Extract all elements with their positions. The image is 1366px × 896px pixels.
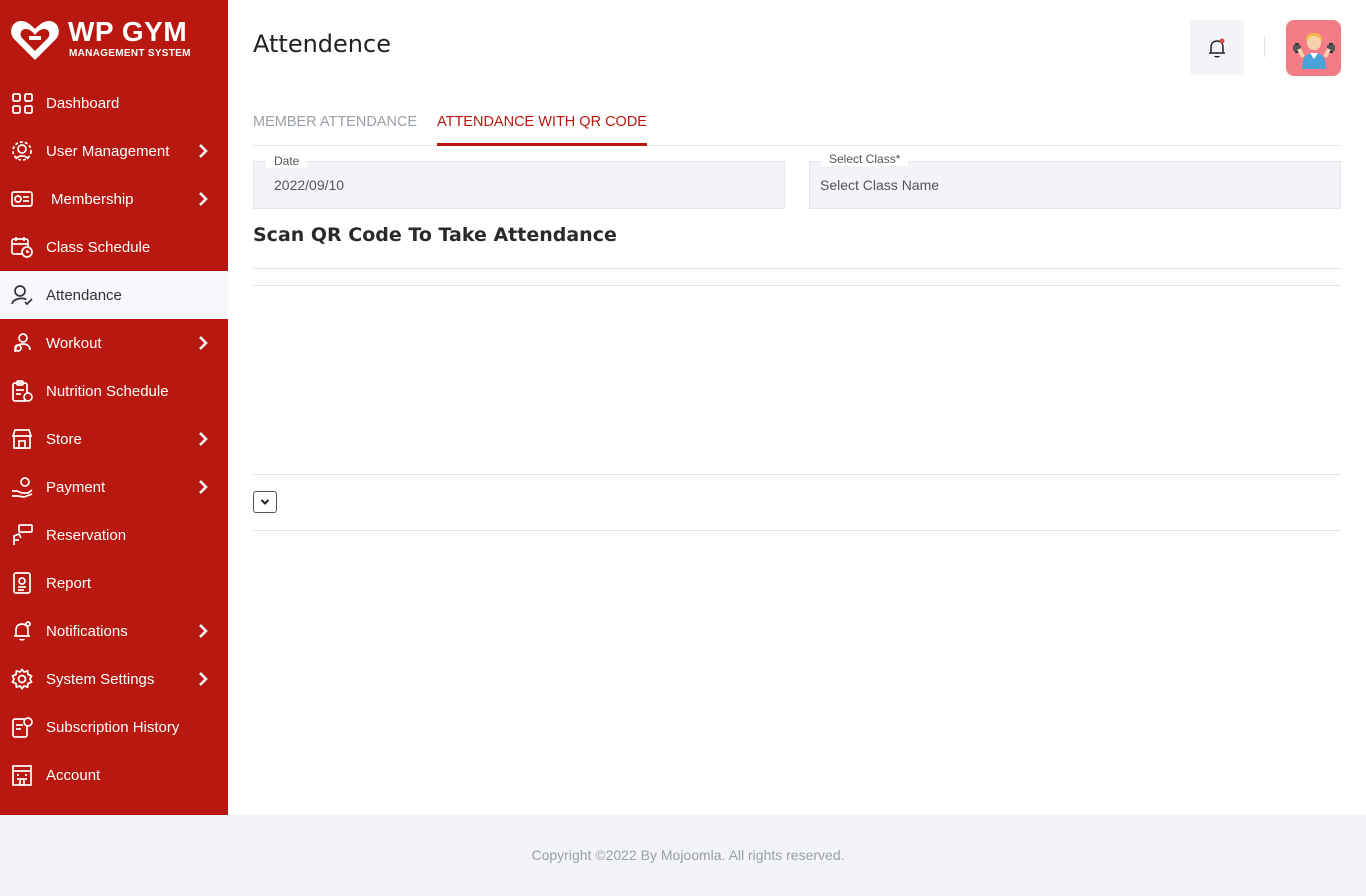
- sidebar-item-payment[interactable]: Payment: [0, 463, 228, 511]
- chevron-right-icon: [199, 432, 208, 446]
- chevron-right-icon: [199, 336, 208, 350]
- sidebar-item-class-schedule[interactable]: Class Schedule: [0, 223, 228, 271]
- nutrition-clipboard-icon: [11, 380, 33, 402]
- sidebar-item-label: Membership: [51, 190, 134, 208]
- sidebar-item-label: Dashboard: [46, 94, 120, 112]
- sidebar-item-label: User Management: [46, 142, 170, 160]
- report-icon: [11, 572, 33, 594]
- date-value: 2022/09/10: [274, 177, 345, 193]
- calendar-clock-icon: [11, 236, 33, 258]
- chevron-right-icon: [199, 480, 208, 494]
- sidebar-item-membership[interactable]: Membership: [0, 175, 228, 223]
- header-divider: [1264, 37, 1265, 57]
- gym-heart-logo-icon: [11, 21, 59, 60]
- qr-scanner-area-bottom: [253, 474, 1341, 475]
- payment-hand-icon: [11, 476, 33, 498]
- sidebar-item-label: Attendance: [46, 286, 122, 304]
- workout-icon: [11, 332, 33, 354]
- sidebar-item-report[interactable]: Report: [0, 559, 228, 607]
- users-gear-icon: [11, 140, 33, 162]
- sidebar-item-user-management[interactable]: User Management: [0, 127, 228, 175]
- sidebar-nav: Dashboard User Management Membership Cla…: [0, 79, 228, 799]
- sidebar-item-label: Class Schedule: [46, 238, 151, 256]
- brand-subtitle: MANAGEMENT SYSTEM: [69, 48, 191, 59]
- sidebar-item-label: Workout: [46, 334, 102, 352]
- date-field[interactable]: Date 2022/09/10: [253, 154, 785, 209]
- reservation-icon: [11, 524, 33, 546]
- dashboard-grid-icon: [11, 92, 33, 114]
- sidebar-item-label: Payment: [46, 478, 106, 496]
- notifications-button[interactable]: [1190, 20, 1244, 75]
- chevron-right-icon: [199, 144, 208, 158]
- sidebar-item-subscription-history[interactable]: Subscription History: [0, 703, 228, 751]
- chevron-down-icon: [260, 499, 270, 505]
- sidebar-item-label: Subscription History: [46, 718, 180, 736]
- sidebar: WP GYM MANAGEMENT SYSTEM Dashboard User …: [0, 0, 228, 815]
- sidebar-item-store[interactable]: Store: [0, 415, 228, 463]
- select-class-dropdown[interactable]: Select Class* Select Class Name: [809, 152, 1341, 209]
- bell-icon: [1209, 38, 1225, 57]
- tab-attendance-with-qr-code[interactable]: ATTENDANCE WITH QR CODE: [437, 108, 647, 146]
- sidebar-item-system-settings[interactable]: System Settings: [0, 655, 228, 703]
- sidebar-item-label: Nutrition Schedule: [46, 382, 169, 400]
- subscription-history-icon: [11, 716, 33, 738]
- sidebar-item-label: Store: [46, 430, 82, 448]
- copyright-text: Copyright ©2022 By Mojoomla. All rights …: [531, 847, 845, 863]
- camera-select-dropdown[interactable]: [253, 491, 277, 513]
- bell-icon: [11, 620, 33, 642]
- divider: [253, 530, 1341, 531]
- chevron-right-icon: [199, 624, 208, 638]
- sidebar-item-nutrition-schedule[interactable]: Nutrition Schedule: [0, 367, 228, 415]
- account-building-icon: [11, 764, 33, 786]
- sidebar-item-label: System Settings: [46, 670, 155, 688]
- user-avatar[interactable]: [1286, 20, 1341, 76]
- sidebar-item-account[interactable]: Account: [0, 751, 228, 799]
- select-class-value: Select Class Name: [820, 177, 940, 193]
- scan-qr-title: Scan QR Code To Take Attendance: [253, 224, 617, 246]
- select-class-label: Select Class*: [821, 152, 909, 166]
- qr-scanner-area-top: [253, 285, 1341, 286]
- sidebar-item-label: Report: [46, 574, 92, 592]
- sidebar-item-reservation[interactable]: Reservation: [0, 511, 228, 559]
- gear-icon: [11, 668, 33, 690]
- chevron-right-icon: [199, 672, 208, 686]
- footer: Copyright ©2022 By Mojoomla. All rights …: [0, 815, 1366, 896]
- sidebar-item-label: Account: [46, 766, 101, 784]
- tab-member-attendance[interactable]: MEMBER ATTENDANCE: [253, 108, 417, 146]
- user-check-icon: [11, 284, 33, 306]
- chevron-right-icon: [199, 192, 208, 206]
- membership-card-icon: [11, 188, 33, 210]
- sidebar-item-attendance[interactable]: Attendance: [0, 271, 228, 319]
- sidebar-item-label: Reservation: [46, 526, 127, 544]
- brand-logo[interactable]: WP GYM MANAGEMENT SYSTEM: [10, 14, 220, 64]
- brand-title: WP GYM: [68, 16, 188, 47]
- store-icon: [11, 428, 33, 450]
- sidebar-item-label: Notifications: [46, 622, 128, 640]
- attendance-tabs: MEMBER ATTENDANCE ATTENDANCE WITH QR COD…: [253, 108, 1341, 146]
- sidebar-item-notifications[interactable]: Notifications: [0, 607, 228, 655]
- gym-trainer-avatar-icon: [1292, 33, 1335, 69]
- sidebar-item-dashboard[interactable]: Dashboard: [0, 79, 228, 127]
- divider: [253, 268, 1341, 269]
- sidebar-item-workout[interactable]: Workout: [0, 319, 228, 367]
- page-title: Attendence: [253, 30, 391, 58]
- date-label: Date: [266, 154, 308, 168]
